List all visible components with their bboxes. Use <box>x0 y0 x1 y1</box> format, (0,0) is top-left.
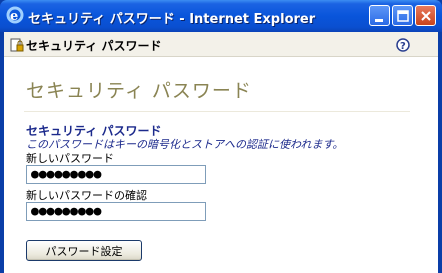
new-password-field[interactable] <box>26 165 206 184</box>
title-bar[interactable]: e セキュリティ パスワード - Internet Explorer <box>0 0 442 32</box>
lock-page-icon <box>10 37 24 52</box>
maximize-icon <box>397 10 409 22</box>
svg-text:?: ? <box>400 41 406 52</box>
client-area: セキュリティ パスワード ? セキュリティ パスワード セキュリティ パスワード… <box>4 32 438 273</box>
confirm-password-label: 新しいパスワードの確認 <box>26 189 147 202</box>
new-password-label: 新しいパスワード <box>26 152 114 165</box>
toolbar-title: セキュリティ パスワード <box>26 39 162 53</box>
help-icon[interactable]: ? <box>396 37 410 52</box>
svg-text:e: e <box>10 9 18 24</box>
window-title: セキュリティ パスワード - Internet Explorer <box>28 12 316 27</box>
maximize-button[interactable] <box>392 5 413 26</box>
divider <box>24 111 410 112</box>
minimize-icon <box>375 19 383 22</box>
close-button[interactable] <box>415 5 436 26</box>
internet-explorer-icon: e <box>6 6 24 24</box>
page-title: セキュリティ パスワード <box>26 80 252 102</box>
close-icon <box>421 11 431 21</box>
page-content: セキュリティ パスワード セキュリティ パスワード このパスワードはキーの暗号化… <box>4 57 438 273</box>
dialog-toolbar: セキュリティ パスワード ? <box>4 32 438 57</box>
confirm-password-field[interactable] <box>26 202 206 221</box>
set-password-button[interactable]: パスワード設定 <box>26 240 142 261</box>
browser-window: e セキュリティ パスワード - Internet Explorer セキュリテ… <box>0 0 442 273</box>
minimize-button[interactable] <box>369 5 390 26</box>
